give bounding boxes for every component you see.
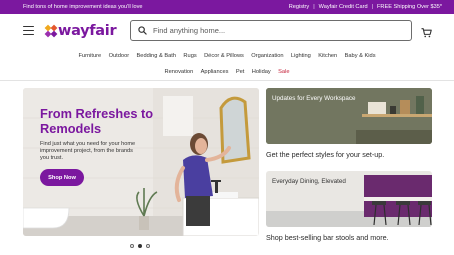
nav-row-primary: Furniture Outdoor Bedding & Bath Rugs Dé… <box>0 53 454 59</box>
dining-card[interactable]: Everyday Dining, Elevated <box>266 171 432 227</box>
nav-item-lighting[interactable]: Lighting <box>291 53 311 59</box>
hamburger-menu-icon[interactable] <box>23 26 34 35</box>
credit-card-link[interactable]: Wayfair Credit Card <box>319 4 368 10</box>
nav-item-furniture[interactable]: Furniture <box>78 53 101 59</box>
shopping-cart-icon[interactable] <box>421 25 432 43</box>
logo-mark-icon <box>44 24 58 38</box>
nav-item-pet[interactable]: Pet <box>236 69 245 75</box>
nav-item-organization[interactable]: Organization <box>251 53 283 59</box>
search-icon <box>138 26 147 35</box>
promo-separator: | <box>371 4 374 10</box>
promo-separator: | <box>313 4 315 10</box>
carousel-dot-3[interactable] <box>146 244 150 248</box>
nav-item-rugs[interactable]: Rugs <box>183 53 196 59</box>
carousel-dots <box>130 244 150 248</box>
registry-link[interactable]: Registry <box>289 4 310 10</box>
hero-title: From Refreshes to Remodels <box>40 106 154 136</box>
site-header: wayfair <box>0 14 454 48</box>
search-bar[interactable] <box>130 20 412 41</box>
nav-item-baby-kids[interactable]: Baby & Kids <box>345 53 376 59</box>
workspace-card-caption[interactable]: Get the perfect styles for your set-up. <box>266 150 384 159</box>
nav-item-kitchen[interactable]: Kitchen <box>318 53 337 59</box>
nav-row-secondary: Renovation Appliances Pet Holiday Sale <box>0 69 454 75</box>
promo-bar: Find tons of home improvement ideas you'… <box>0 0 454 14</box>
nav-item-decor-pillows[interactable]: Décor & Pillows <box>204 53 244 59</box>
workspace-card[interactable]: Updates for Every Workspace <box>266 88 432 144</box>
nav-item-appliances[interactable]: Appliances <box>201 69 229 75</box>
dining-card-overlay: Everyday Dining, Elevated <box>272 178 346 185</box>
nav-item-holiday[interactable]: Holiday <box>252 69 271 75</box>
nav-item-sale[interactable]: Sale <box>278 69 289 75</box>
carousel-dot-2[interactable] <box>138 244 142 248</box>
promo-links: Registry | Wayfair Credit Card | FREE Sh… <box>289 4 442 10</box>
promo-message[interactable]: Find tons of home improvement ideas you'… <box>23 4 143 10</box>
nav-item-bedding-bath[interactable]: Bedding & Bath <box>137 53 177 59</box>
dining-card-caption[interactable]: Shop best-selling bar stools and more. <box>266 233 389 242</box>
shop-now-button[interactable]: Shop Now <box>40 169 84 186</box>
free-shipping-link[interactable]: FREE Shipping Over $35* <box>377 4 442 10</box>
nav-item-renovation[interactable]: Renovation <box>164 69 193 75</box>
hero-subtitle: Find just what you need for your home im… <box>40 141 136 161</box>
wayfair-logo[interactable]: wayfair <box>44 22 117 40</box>
header-divider <box>0 80 454 81</box>
hero-banner[interactable]: From Refreshes to Remodels Find just wha… <box>23 88 259 236</box>
workspace-card-overlay: Updates for Every Workspace <box>272 95 356 102</box>
carousel-dot-1[interactable] <box>130 244 134 248</box>
nav-item-outdoor[interactable]: Outdoor <box>109 53 130 59</box>
search-input[interactable] <box>153 26 393 35</box>
logo-text: wayfair <box>58 23 117 39</box>
